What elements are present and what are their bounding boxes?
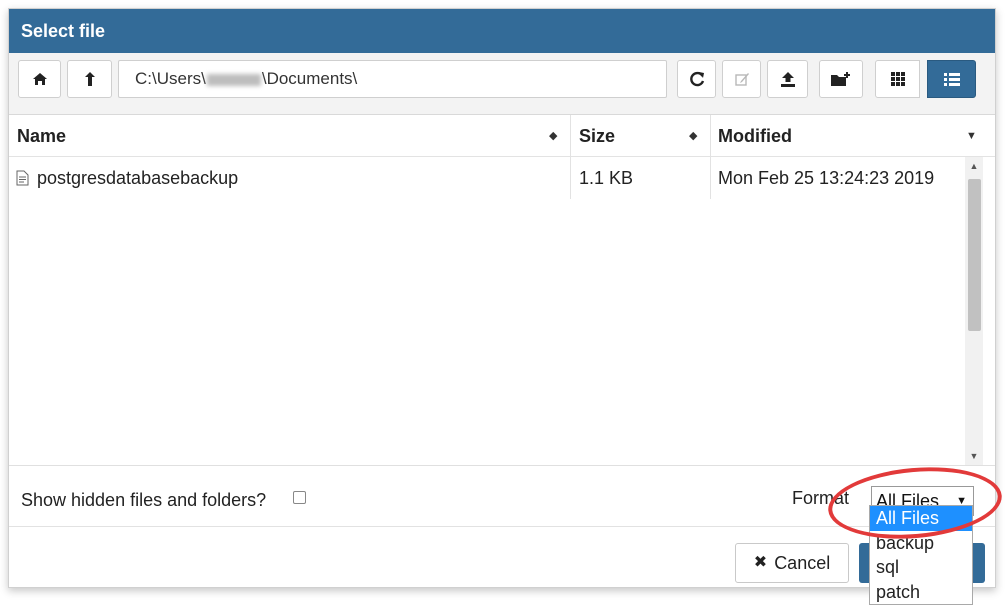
stage: Select file C:\Users\ \Documents\ Name ◆…	[0, 0, 1006, 609]
size-column-header[interactable]: Size	[579, 115, 615, 157]
modified-column-header[interactable]: Modified	[718, 115, 792, 157]
rename-button[interactable]	[722, 60, 761, 98]
cancel-button[interactable]: ✖ Cancel	[735, 543, 849, 583]
file-modified: Mon Feb 25 13:24:23 2019	[718, 168, 935, 188]
upload-icon	[780, 71, 795, 87]
path-prefix: C:\Users\	[135, 69, 206, 88]
size-sort-icon[interactable]: ◆	[689, 115, 697, 157]
grid-view-icon	[890, 72, 905, 86]
close-icon: ✖	[753, 554, 768, 571]
list-view-button[interactable]	[927, 60, 976, 98]
path-suffix: \Documents\	[261, 69, 358, 88]
file-icon	[16, 170, 29, 186]
upload-button[interactable]	[767, 60, 808, 98]
refresh-button[interactable]	[677, 60, 716, 98]
file-name-cell: postgresdatabasebackup	[16, 157, 238, 199]
list-view-icon	[943, 72, 960, 86]
file-name: postgresdatabasebackup	[37, 168, 239, 188]
up-arrow-icon	[84, 72, 95, 86]
refresh-icon	[689, 71, 704, 87]
modified-column-menu-icon[interactable]: ▼	[966, 115, 977, 157]
format-option-sql[interactable]: sql	[870, 555, 972, 580]
show-hidden-label: Show hidden files and folders?	[21, 490, 267, 510]
file-list-scrollbar[interactable]: ▲ ▼	[965, 157, 983, 465]
new-folder-icon	[831, 71, 850, 86]
scroll-down-icon[interactable]: ▼	[965, 447, 983, 465]
file-size: 1.1 KB	[579, 168, 634, 188]
parent-folder-button[interactable]	[67, 60, 112, 98]
cancel-label: Cancel	[774, 552, 831, 573]
edit-icon	[734, 73, 749, 86]
scroll-up-icon[interactable]: ▲	[965, 157, 983, 175]
file-table-header: Name ◆ Size ◆ Modified ▼	[9, 115, 995, 157]
new-folder-button[interactable]	[819, 60, 863, 98]
format-option-patch[interactable]: patch	[870, 580, 972, 605]
home-icon	[32, 73, 47, 85]
dialog-title: Select file	[9, 9, 995, 53]
home-button[interactable]	[18, 60, 61, 98]
redacted-user-segment	[206, 73, 261, 86]
grid-view-button[interactable]	[875, 60, 920, 98]
file-toolbar: C:\Users\ \Documents\	[9, 53, 995, 115]
name-sort-icon[interactable]: ◆	[549, 115, 557, 157]
current-path-input[interactable]: C:\Users\ \Documents\	[118, 60, 667, 98]
scroll-thumb[interactable]	[968, 179, 981, 331]
file-row[interactable]: postgresdatabasebackup 1.1 KB Mon Feb 25…	[9, 157, 959, 199]
name-column-header[interactable]: Name	[17, 115, 66, 157]
show-hidden-checkbox[interactable]	[293, 491, 306, 504]
